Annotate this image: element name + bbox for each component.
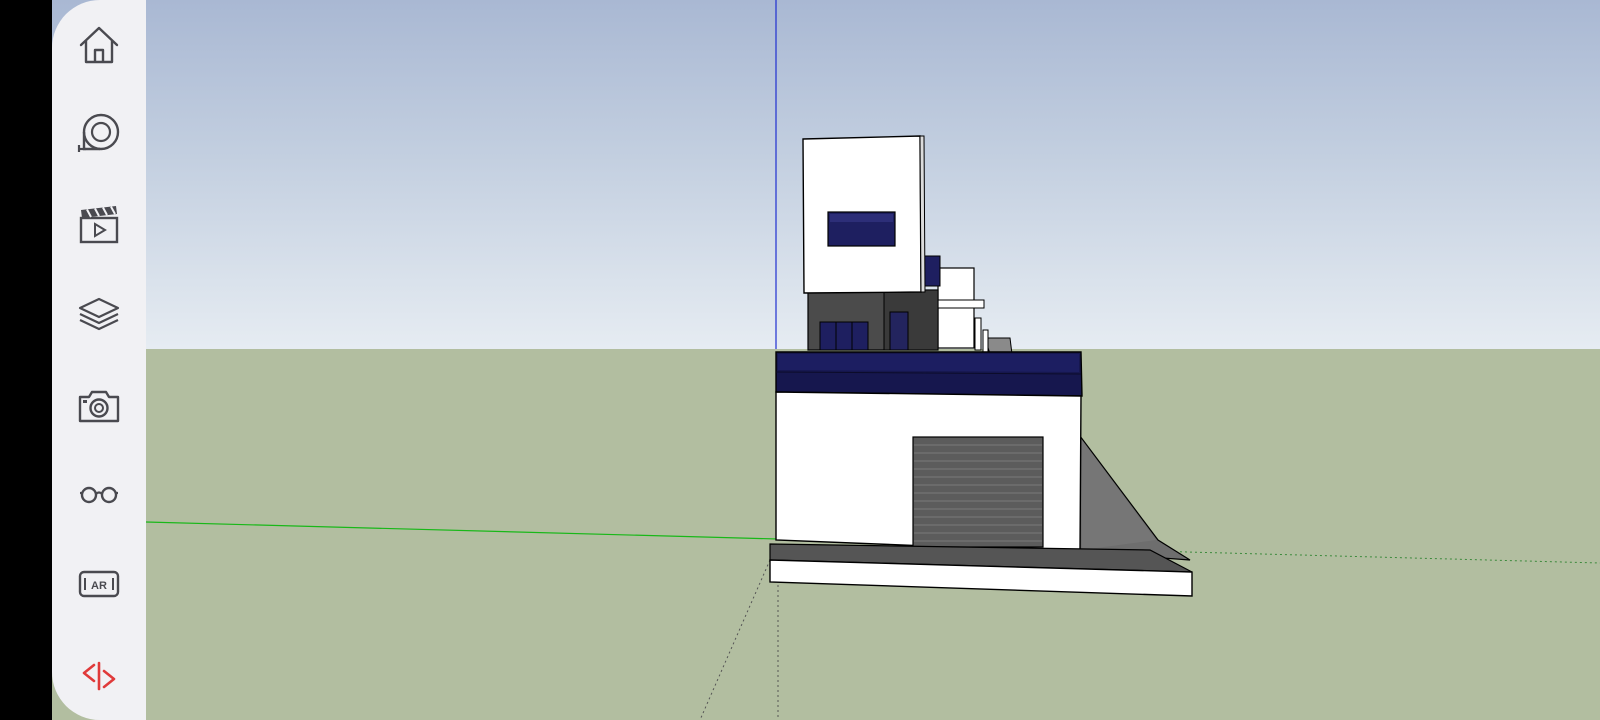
sketchup-logo-button[interactable] [52, 644, 146, 708]
screen-edge [0, 0, 52, 720]
green-axis-dotted [1149, 550, 1600, 564]
camera-button[interactable] [52, 374, 146, 438]
top-box-side [919, 135, 926, 293]
rear-box-ledge [937, 299, 985, 309]
layers-icon [78, 297, 120, 331]
glasses-icon [80, 486, 118, 504]
green-axis [145, 521, 779, 540]
home-icon [79, 26, 119, 64]
3d-scene[interactable] [0, 0, 1600, 720]
scenes-button[interactable] [52, 193, 146, 257]
tape-measure-icon [77, 113, 120, 152]
ar-label: AR [91, 580, 107, 592]
red-axis-dotted [699, 559, 771, 720]
rear-rail [974, 317, 982, 351]
layers-button[interactable] [52, 283, 146, 347]
ar-button[interactable]: AR [52, 552, 146, 616]
home-button[interactable] [52, 13, 146, 77]
upper-door [889, 311, 909, 351]
model-viewport[interactable] [0, 0, 1600, 720]
view-button[interactable] [52, 463, 146, 527]
ar-icon: AR [78, 570, 120, 598]
tape-measure-button[interactable] [52, 102, 146, 166]
tool-sidebar: AR [52, 0, 146, 720]
rear-rail-2 [982, 329, 989, 353]
sketchup-logo-icon [82, 661, 116, 691]
clapperboard-icon [79, 206, 119, 244]
camera-icon [78, 390, 120, 423]
upper-window [819, 321, 869, 351]
